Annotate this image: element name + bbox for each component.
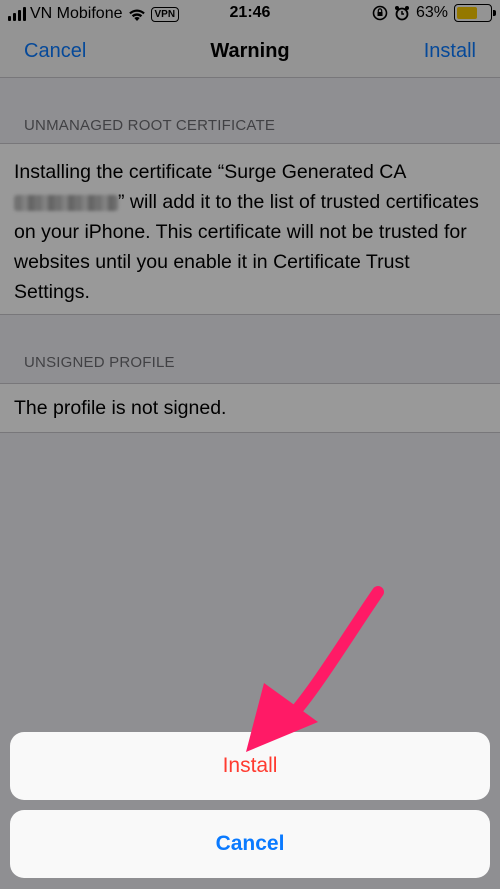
action-sheet-cancel-button[interactable]: Cancel [10, 810, 490, 878]
action-sheet-install-button[interactable]: Install [10, 732, 490, 800]
